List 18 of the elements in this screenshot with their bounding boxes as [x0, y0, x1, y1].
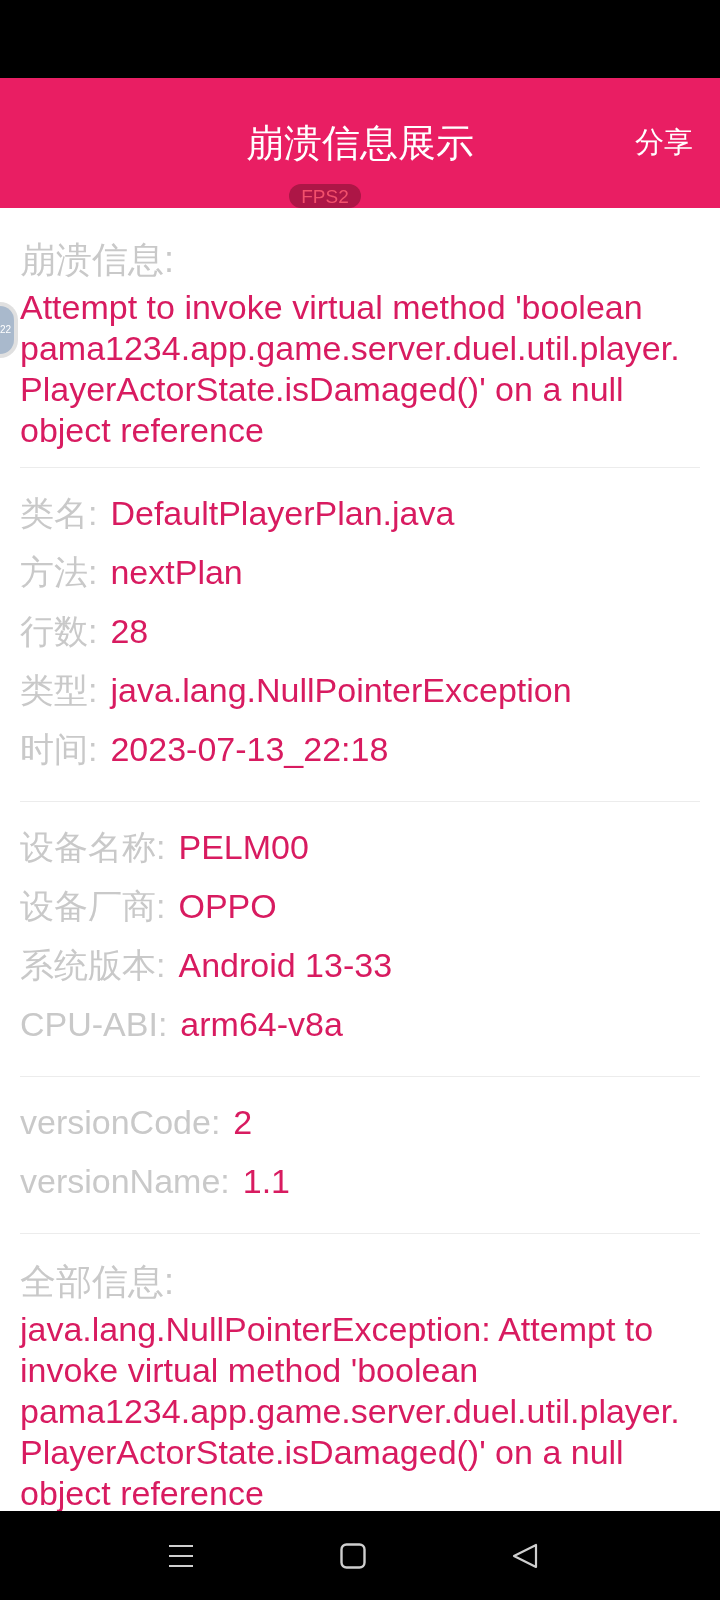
home-icon[interactable]: [340, 1542, 366, 1569]
field-value: 28: [110, 611, 149, 652]
field-value: arm64-v8a: [180, 1004, 343, 1045]
fps-badge: FPS2: [289, 184, 361, 208]
field-value: OPPO: [178, 886, 277, 927]
field-value: PELM00: [178, 827, 309, 868]
field-value: 2023-07-13_22:18: [110, 729, 389, 770]
app-bar-title: 崩溃信息展示: [246, 120, 474, 166]
field-value: nextPlan: [110, 552, 243, 593]
field-value: 1.1: [242, 1161, 290, 1202]
share-button[interactable]: 分享: [635, 123, 693, 163]
field-value: 2: [233, 1102, 253, 1143]
menu-icon[interactable]: [168, 1542, 194, 1569]
crash-message: Attempt to invoke virtual method 'boolean pama1234.app.game.server.duel.util.player.PlayerActorState.isDamaged()' on a null object reference: [20, 287, 681, 451]
back-icon[interactable]: [512, 1542, 538, 1569]
field-value: DefaultPlayerPlan.java: [110, 493, 455, 534]
field-value: Android 13-33: [178, 945, 393, 986]
field-value: java.lang.NullPointerException: [110, 670, 572, 711]
